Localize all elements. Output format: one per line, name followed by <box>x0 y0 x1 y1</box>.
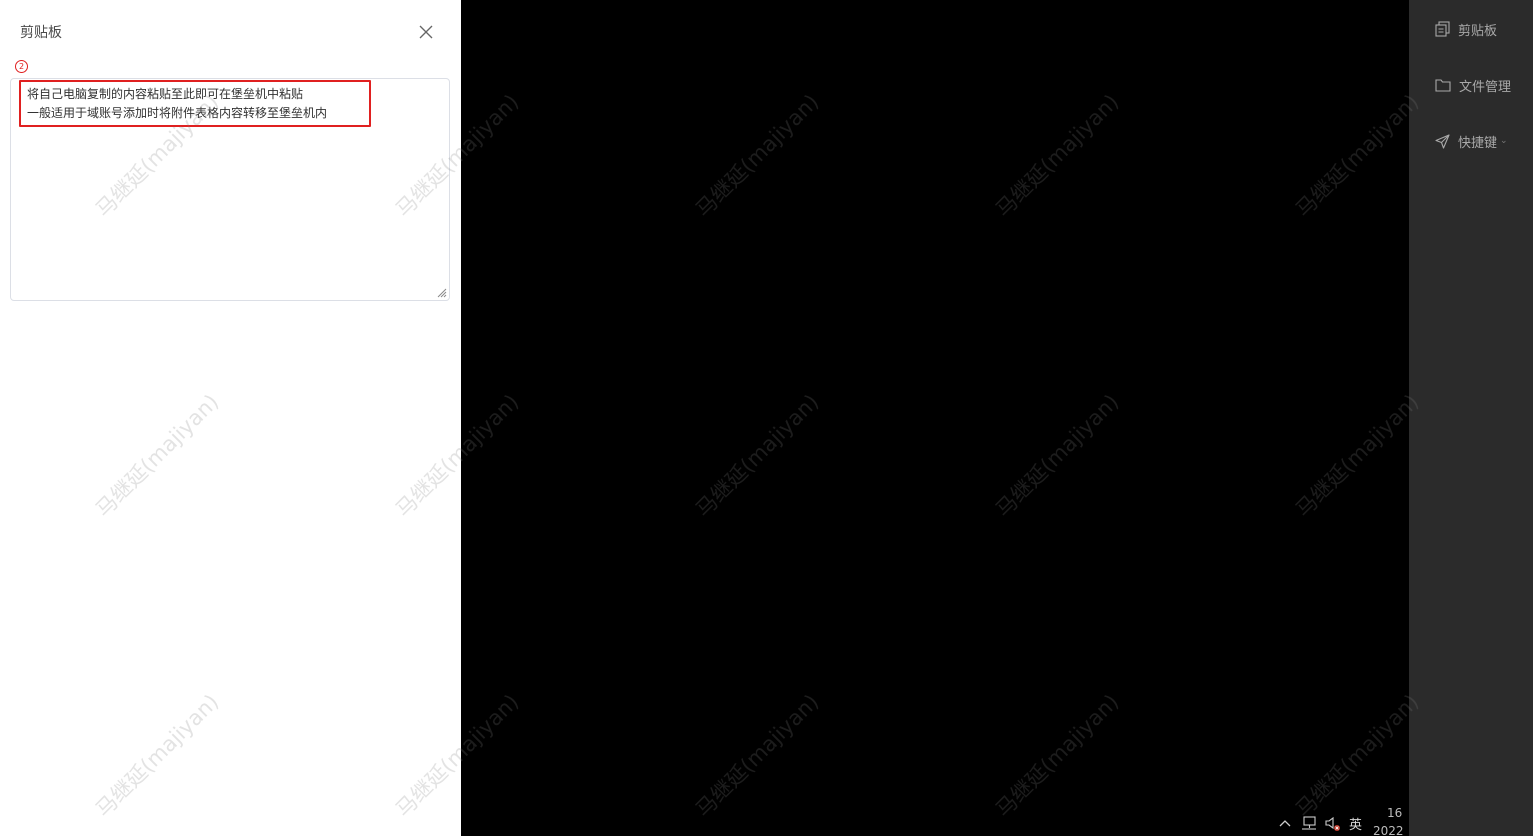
menu-item-label: 文件管理 <box>1459 79 1512 95</box>
input-method-indicator[interactable]: 英 <box>1349 814 1362 833</box>
remote-desktop[interactable]: 英 16 2022 <box>461 0 1409 836</box>
chevron-up-icon[interactable] <box>1279 818 1291 828</box>
menu-item-label: 剪贴板 <box>1458 23 1498 39</box>
step-marker: 2 <box>15 60 28 73</box>
system-tray: 英 16 2022 <box>1279 804 1409 836</box>
drawer-title: 剪贴板 <box>20 25 62 41</box>
clock-time: 16 <box>1387 806 1403 820</box>
clipboard-drawer: 剪贴板 2 将自己电脑复制的内容粘贴至此即可在堡垒机中粘贴 一般适用于域账号添加… <box>0 0 461 836</box>
close-button[interactable] <box>416 22 436 42</box>
resize-handle-icon[interactable] <box>435 286 447 298</box>
volume-muted-icon[interactable] <box>1325 816 1341 832</box>
close-icon <box>419 25 433 39</box>
side-menu: 剪贴板 文件管理 快捷键 ⌄ <box>1409 0 1533 836</box>
menu-item-file-management[interactable]: 文件管理 <box>1435 74 1511 96</box>
clock-date: 2022 <box>1373 824 1404 836</box>
network-icon[interactable] <box>1301 816 1317 830</box>
clipboard-textarea[interactable]: 将自己电脑复制的内容粘贴至此即可在堡垒机中粘贴 一般适用于域账号添加时将附件表格… <box>10 78 450 301</box>
send-icon <box>1435 133 1450 149</box>
folder-icon <box>1435 79 1451 92</box>
chevron-down-icon: ⌄ <box>1500 136 1508 146</box>
clipboard-icon <box>1435 21 1450 37</box>
menu-item-shortcuts[interactable]: 快捷键 ⌄ <box>1435 130 1508 152</box>
menu-item-label: 快捷键 <box>1458 135 1498 151</box>
menu-item-clipboard[interactable]: 剪贴板 <box>1435 18 1497 40</box>
app-root: 剪贴板 2 将自己电脑复制的内容粘贴至此即可在堡垒机中粘贴 一般适用于域账号添加… <box>0 0 1533 836</box>
annotation-highlight-box <box>19 80 371 127</box>
